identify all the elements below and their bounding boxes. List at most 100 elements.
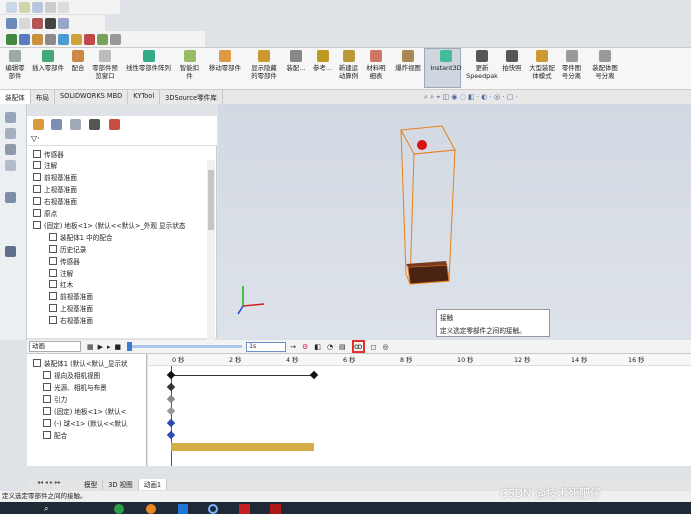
edit-component-button[interactable]: 编辑零 部件 xyxy=(2,49,28,88)
taskbar-app-icon[interactable] xyxy=(270,504,281,514)
tree-node[interactable]: 注解 xyxy=(33,160,57,171)
tree-node[interactable]: 上视基准面 xyxy=(49,303,93,314)
spring-icon[interactable]: ◔ xyxy=(327,343,333,351)
results-icon[interactable]: ◻ xyxy=(371,343,377,351)
bill-of-materials-button[interactable]: 材料明 细表 xyxy=(362,49,390,88)
tab-3[interactable]: KYTool xyxy=(128,90,161,104)
stop-icon[interactable]: ■ xyxy=(115,343,122,351)
sketch-icon[interactable] xyxy=(6,17,17,29)
linear-pattern-button[interactable]: 线性零部件阵列 xyxy=(122,49,175,88)
end-key-diamond[interactable] xyxy=(309,370,319,380)
playback-slider[interactable] xyxy=(127,342,243,351)
taskbar-app-icon[interactable] xyxy=(208,504,218,514)
dim-expert-icon[interactable] xyxy=(5,160,16,171)
tree-node[interactable]: 注解 xyxy=(49,267,73,278)
motion-tree-item[interactable]: 配合 xyxy=(43,429,67,440)
motion-tree-item[interactable]: 装配体1 (默认<默认_显示状 xyxy=(33,357,128,368)
show-hidden-button[interactable]: 显示隐藏 的零部件 xyxy=(246,49,282,88)
save-animation-icon[interactable]: → xyxy=(290,343,296,351)
section-icon[interactable] xyxy=(45,33,56,45)
open-icon[interactable] xyxy=(19,1,30,13)
rotate-icon[interactable] xyxy=(32,33,43,45)
mates-bar[interactable] xyxy=(171,443,314,451)
large-assembly-mode-button[interactable]: 大型装配 体模式 xyxy=(526,49,558,88)
tab-nav-buttons[interactable]: ◂◂ ◂ ▸ ▸▸ xyxy=(27,479,79,490)
property-manager-icon[interactable] xyxy=(5,128,16,139)
gravity-icon[interactable]: ▤ xyxy=(339,343,346,351)
exploded-view-button[interactable]: 爆炸视图 xyxy=(390,49,426,88)
scene-icon[interactable] xyxy=(97,33,108,45)
arc-icon[interactable] xyxy=(32,17,43,29)
playback-slider-thumb[interactable] xyxy=(127,342,133,351)
gravity-key-diamond[interactable] xyxy=(166,406,176,416)
tab-animation1[interactable]: 动画1 xyxy=(138,479,168,490)
feature-manager-icon[interactable] xyxy=(5,112,16,123)
tab-1[interactable]: 布局 xyxy=(31,90,55,104)
property-tab-icon[interactable] xyxy=(51,119,62,130)
tree-node[interactable]: 右视基准面 xyxy=(33,196,77,207)
tree-node[interactable]: (固定) 地板<1> (默认<<默认>_外观 显示状态 xyxy=(33,219,185,230)
display-style-icon[interactable] xyxy=(58,33,69,45)
motion-tree-item[interactable]: (-) 球<1> (默认<<默认 xyxy=(43,417,128,428)
camera-key-diamond[interactable] xyxy=(166,382,176,392)
display-manager-icon[interactable] xyxy=(5,192,16,203)
insert-components-button[interactable]: 插入零部件 xyxy=(28,49,68,88)
appearance-icon[interactable] xyxy=(84,33,95,45)
motor-icon[interactable]: ◧ xyxy=(314,343,321,351)
tree-node[interactable]: 历史记录 xyxy=(49,243,86,254)
taskbar-app-icon[interactable] xyxy=(114,504,124,514)
play-icon[interactable]: ▸ xyxy=(107,343,111,351)
undo-icon[interactable] xyxy=(58,1,69,13)
tree-node[interactable]: 红木 xyxy=(49,279,73,290)
motion-tree-item[interactable]: 引力 xyxy=(43,393,67,404)
new-icon[interactable] xyxy=(6,1,17,13)
play-from-start-icon[interactable]: ▶ xyxy=(98,343,103,351)
filter-icon[interactable]: ▽· xyxy=(31,134,40,143)
ball-key-diamond[interactable] xyxy=(166,430,176,440)
smart-fasteners-button[interactable]: 智能扣 件 xyxy=(175,49,204,88)
hide-show-icon[interactable] xyxy=(71,33,82,45)
point-icon[interactable] xyxy=(45,17,56,29)
display-tab-icon[interactable] xyxy=(109,119,120,130)
part-number-split-button[interactable]: 零件图 号分离 xyxy=(558,49,585,88)
tab-4[interactable]: 3DSource零件库 xyxy=(160,90,223,104)
tree-node[interactable]: 前视基准面 xyxy=(33,172,77,183)
take-snapshot-button[interactable]: 拍快照 xyxy=(498,49,526,88)
tree-node[interactable]: 右视基准面 xyxy=(49,315,93,326)
ball-part[interactable] xyxy=(417,140,427,150)
mate-button[interactable]: 配合 xyxy=(68,49,88,88)
configuration-tab-icon[interactable] xyxy=(70,119,81,130)
tree-scroll-thumb[interactable] xyxy=(208,170,214,230)
timeline[interactable]: 0 秒 2 秒 4 秒 6 秒 8 秒 10 秒 12 秒 14 秒 16 秒 xyxy=(148,354,691,466)
save-icon[interactable] xyxy=(32,1,43,13)
graphics-area[interactable]: ⌕ ⌕ ⌖ ◫ ◉ ◌ ◧ · ◐ · ◎ · ▢ · 接触 定义选定零部件之间… xyxy=(218,93,691,340)
reference-geometry-button[interactable]: 参考... xyxy=(310,49,335,88)
tree-node[interactable]: 装配体1 中的配合 xyxy=(49,231,112,242)
settings-icon[interactable] xyxy=(110,33,121,45)
study-properties-icon[interactable]: ◎ xyxy=(382,343,388,351)
print-icon[interactable] xyxy=(45,1,56,13)
tree-node[interactable]: 传感器 xyxy=(33,148,64,159)
zoom-icon[interactable] xyxy=(19,33,30,45)
motion-icon[interactable] xyxy=(5,246,16,257)
feature-manager-tab-icon[interactable] xyxy=(33,119,44,130)
search-icon[interactable]: ⌕ xyxy=(44,504,48,514)
smart-dimension-icon[interactable] xyxy=(58,17,69,29)
tree-node[interactable]: 原点 xyxy=(33,208,57,219)
taskbar-app-icon[interactable] xyxy=(178,504,188,514)
taskbar-app-icon[interactable] xyxy=(239,504,250,514)
tab-model[interactable]: 模型 xyxy=(79,479,104,490)
tab-0[interactable]: 装配体 xyxy=(0,90,31,104)
contact-button[interactable]: ꝏ xyxy=(351,340,365,353)
line-icon[interactable] xyxy=(19,17,30,29)
instant3d-button[interactable]: Instant3D xyxy=(426,49,466,88)
start-key-diamond[interactable] xyxy=(166,370,176,380)
update-speedpak-button[interactable]: 更新 Speedpak xyxy=(466,49,498,88)
playback-speed-select[interactable]: 1s xyxy=(246,341,287,352)
floor-key-diamond[interactable] xyxy=(166,418,176,428)
motion-tree-item[interactable]: 光源、相机与布景 xyxy=(43,381,107,392)
tree-node[interactable]: 前视基准面 xyxy=(49,291,93,302)
taskbar-app-icon[interactable] xyxy=(146,504,156,514)
light-key-diamond[interactable] xyxy=(166,394,176,404)
move-component-button[interactable]: 移动零部件 xyxy=(204,49,246,88)
